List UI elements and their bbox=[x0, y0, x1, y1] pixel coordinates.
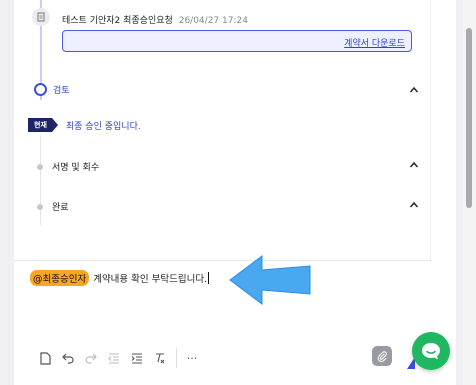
more-icon[interactable]: ··· bbox=[183, 349, 201, 367]
history-entry: 테스트 기안자2 최종승인요청 26/04/27 17:24 bbox=[62, 13, 248, 26]
indent-icon[interactable] bbox=[128, 349, 146, 367]
undo-icon[interactable] bbox=[59, 349, 77, 367]
page: 테스트 기안자2 최종승인요청 26/04/27 17:24 계약서 다운로드 … bbox=[0, 0, 476, 385]
text-cursor bbox=[208, 272, 210, 284]
chevron-up-icon[interactable] bbox=[409, 85, 419, 95]
chevron-up-icon[interactable] bbox=[409, 200, 419, 210]
editor-divider bbox=[14, 260, 432, 261]
step-label: 검토 bbox=[53, 86, 70, 96]
mention-tag[interactable]: @최종승인자 bbox=[30, 270, 90, 286]
document-icon[interactable] bbox=[36, 349, 54, 367]
step-pending-icon bbox=[37, 203, 43, 210]
chat-icon bbox=[422, 343, 440, 360]
comment-editor[interactable]: @최종승인자 계약내용 확인 부탁드립니다. bbox=[30, 270, 210, 286]
step-active-icon bbox=[34, 83, 47, 96]
current-status-text: 최종 승인 중입니다. bbox=[65, 121, 141, 132]
redo-icon[interactable] bbox=[82, 349, 100, 367]
contract-download-link[interactable]: 계약서 다운로드 bbox=[344, 36, 405, 49]
chat-button[interactable] bbox=[412, 332, 450, 370]
step-complete[interactable]: 완료 bbox=[34, 200, 69, 213]
clear-format-icon[interactable] bbox=[151, 349, 169, 367]
approval-panel bbox=[14, 0, 456, 385]
current-status: 현재 최종 승인 중입니다. bbox=[28, 118, 141, 132]
toolbar-separator bbox=[176, 348, 177, 368]
scrollbar-thumb[interactable] bbox=[466, 28, 472, 208]
step-label: 완료 bbox=[52, 203, 69, 213]
paperclip-icon bbox=[377, 350, 387, 362]
history-action: 최종승인요청 bbox=[123, 16, 173, 26]
outdent-icon[interactable] bbox=[105, 349, 123, 367]
arrow-icon bbox=[229, 255, 311, 305]
step-sign-collect[interactable]: 서명 및 회수 bbox=[34, 160, 99, 173]
panel-divider bbox=[430, 0, 431, 260]
download-box: 계약서 다운로드 bbox=[62, 30, 412, 52]
step-label: 서명 및 회수 bbox=[52, 163, 100, 173]
history-actor: 테스트 기안자2 bbox=[62, 16, 121, 26]
comment-text: 계약내용 확인 부탁드립니다. bbox=[93, 274, 208, 285]
document-node-icon bbox=[32, 8, 50, 26]
history-time: 26/04/27 17:24 bbox=[178, 16, 248, 26]
chevron-up-icon[interactable] bbox=[409, 160, 419, 170]
attach-button[interactable] bbox=[372, 346, 392, 366]
step-pending-icon bbox=[37, 163, 43, 170]
step-review[interactable]: 검토 bbox=[34, 83, 70, 96]
editor-toolbar: ··· bbox=[36, 348, 206, 368]
current-badge: 현재 bbox=[28, 118, 58, 132]
